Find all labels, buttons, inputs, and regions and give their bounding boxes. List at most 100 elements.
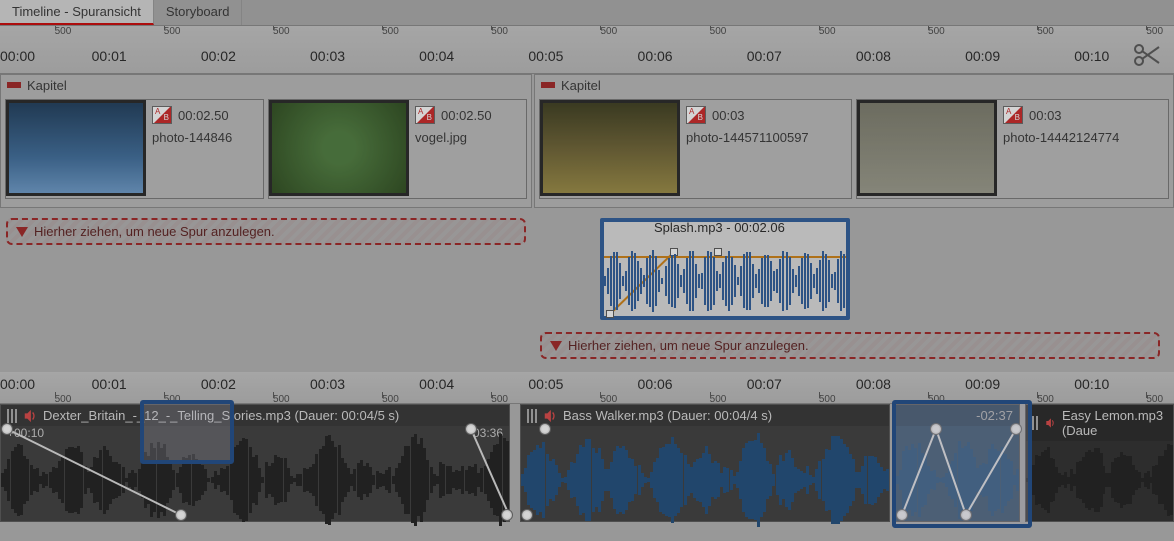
ruler-minor-label: 500 [273,26,290,37]
ruler-major-label: 00:05 [528,376,563,392]
drag-handle-icon[interactable] [1032,416,1039,430]
chapter-label: Kapitel [27,78,67,93]
video-clip[interactable]: 00:02.50 vogel.jpg [268,99,527,199]
clip-thumbnail [6,100,146,196]
ruler-minor-label: 500 [382,394,399,404]
fade-node[interactable] [465,423,477,435]
fade-node[interactable] [175,509,187,521]
ruler-minor-label: 500 [600,394,617,404]
ruler-minor-label: 500 [710,26,727,37]
ruler-major-label: 00:10 [1074,48,1109,64]
video-clip[interactable]: 00:02.50 photo-144846 [5,99,264,199]
ruler-minor-label: 500 [164,26,181,37]
fade-node[interactable] [521,509,533,521]
ruler-minor-label: 500 [819,26,836,37]
chapter-color-swatch [7,82,21,88]
ruler-minor-label: 500 [491,26,508,37]
clip-thumbnail [269,100,409,196]
fade-node[interactable] [539,423,551,435]
ruler-minor-label: 500 [600,26,617,37]
waveform [521,443,889,517]
ruler-minor-label: 500 [55,394,72,404]
ruler-major-label: 00:06 [638,376,673,392]
chapter-row: Kapitel 00:02.50 photo-144846 0 [0,74,1174,208]
ruler-major-label: 00:04 [419,376,454,392]
ruler-major-label: 00:05 [528,48,563,64]
chapter-color-swatch [541,82,555,88]
transition-icon[interactable] [1003,106,1023,124]
ruler-minor-label: 500 [1037,394,1054,404]
ruler-major-label: 00:03 [310,376,345,392]
ruler-minor-label: 500 [382,26,399,37]
transition-icon[interactable] [686,106,706,124]
speaker-icon [543,409,557,423]
clip-filename: photo-144571100597 [686,130,809,145]
selection-box[interactable] [892,400,1032,528]
ruler-major-label: 00:08 [856,48,891,64]
audio-clip-splash[interactable]: Splash.mp3 - 00:02.06 [600,218,850,320]
ruler-minor-label: 500 [273,394,290,404]
ruler-minor-label: 500 [1146,394,1163,404]
audio-track[interactable]: Bass Walker.mp3 (Dauer: 00:04/4 s) [520,404,890,522]
chapter-block-2[interactable]: Kapitel 00:03 photo-144571100597 [534,74,1174,208]
selection-box[interactable] [140,400,234,464]
split-scissors-icon[interactable] [1128,40,1168,70]
ruler-minor-label: 500 [710,394,727,404]
ruler-major-label: 00:03 [310,48,345,64]
chapter-block-1[interactable]: Kapitel 00:02.50 photo-144846 0 [0,74,532,208]
fade-node[interactable] [501,509,513,521]
timeline-ruler-top[interactable]: 500 500 500 500 500 500 500 500 500 500 500 00:00 0… [0,26,1174,74]
clip-thumbnail [540,100,680,196]
chapter-label: Kapitel [561,78,601,93]
tab-bar: Timeline - Spuransicht Storyboard [0,0,1174,26]
clip-filename: photo-14442124774 [1003,130,1119,145]
ruler-major-label: 00:07 [747,376,782,392]
ruler-minor-label: 500 [928,26,945,37]
arrow-down-icon [550,341,562,351]
transition-icon[interactable] [415,106,435,124]
ruler-minor-label: 500 [1037,26,1054,37]
ruler-major-label: 00:01 [92,376,127,392]
ruler-major-label: 00:07 [747,48,782,64]
video-clip[interactable]: 00:03 photo-14442124774 [856,99,1169,199]
ruler-major-label: 00:06 [638,48,673,64]
drop-hint-label: Hierher ziehen, um neue Spur anzulegen. [568,338,809,353]
ruler-minor-label: 500 [819,394,836,404]
audio-track[interactable]: Easy Lemon.mp3 (Daue [1025,404,1174,522]
ruler-major-label: 00:02 [201,48,236,64]
speaker-icon [1045,416,1055,430]
tab-storyboard[interactable]: Storyboard [154,0,243,25]
ruler-major-label: 00:08 [856,376,891,392]
ruler-major-label: 00:01 [92,48,127,64]
ruler-major-label: 00:09 [965,48,1000,64]
track-title: Easy Lemon.mp3 (Daue [1062,408,1167,438]
ruler-minor-label: 500 [1146,26,1163,37]
clip-thumbnail [857,100,997,196]
ruler-minor-label: 500 [55,26,72,37]
clip-duration: 00:02.50 [441,108,492,123]
arrow-down-icon [16,227,28,237]
drop-hint-new-track[interactable]: Hierher ziehen, um neue Spur anzulegen. [540,332,1160,359]
clip-duration: 00:03 [712,108,745,123]
clip-filename: vogel.jpg [415,130,492,145]
video-clip[interactable]: 00:03 photo-144571100597 [539,99,852,199]
tab-timeline[interactable]: Timeline - Spuransicht [0,0,154,25]
clip-duration: 00:02.50 [178,108,229,123]
drop-hint-label: Hierher ziehen, um neue Spur anzulegen. [34,224,275,239]
ruler-minor-label: 500 [491,394,508,404]
waveform [1026,443,1173,517]
drop-hint-new-track[interactable]: Hierher ziehen, um neue Spur anzulegen. [6,218,526,245]
clip-filename: photo-144846 [152,130,232,145]
ruler-major-label: 00:02 [201,376,236,392]
clip-duration: 00:03 [1029,108,1062,123]
ruler-major-label: 00:09 [965,376,1000,392]
transition-icon[interactable] [152,106,172,124]
waveform [604,250,846,312]
ruler-major-label: 00:10 [1074,376,1109,392]
ruler-major-label: 00:04 [419,48,454,64]
ruler-major-label: 00:00 [0,48,35,64]
audio-track[interactable]: Dexter_Britain_-_12_-_Telling_Stories.mp… [0,404,510,522]
drag-handle-icon[interactable] [527,409,537,423]
fade-node[interactable] [1,423,13,435]
track-title: Bass Walker.mp3 (Dauer: 00:04/4 s) [563,408,772,423]
